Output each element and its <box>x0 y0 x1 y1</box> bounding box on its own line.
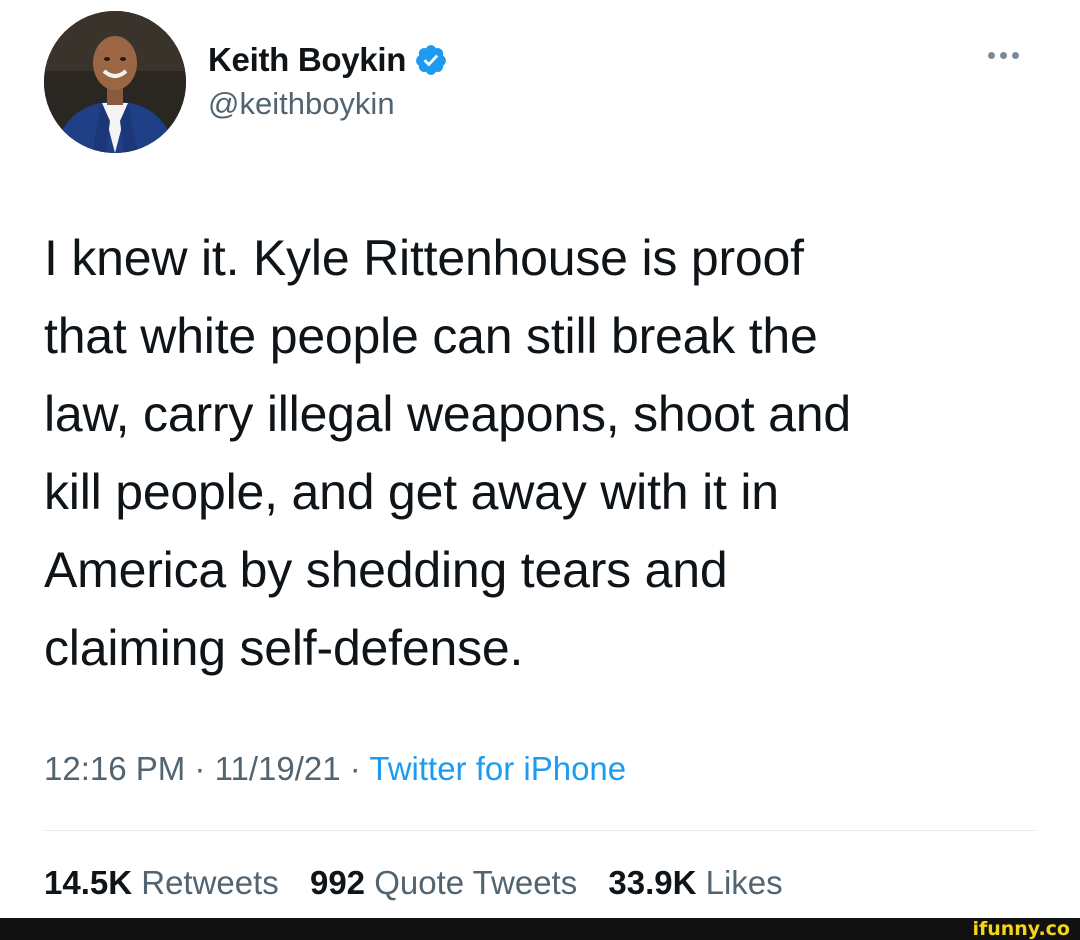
retweets-label: Retweets <box>141 864 279 901</box>
meta-separator: · <box>349 750 361 787</box>
likes-count: 33.9K <box>608 864 697 901</box>
handle[interactable]: @keithboykin <box>208 86 448 122</box>
more-options-icon[interactable] <box>988 52 1032 66</box>
tweet-text: I knew it. Kyle Rittenhouse is proof tha… <box>44 219 1044 687</box>
divider <box>44 830 1036 831</box>
verified-badge-icon <box>414 43 448 77</box>
tweet-line: law, carry illegal weapons, shoot and <box>44 386 851 442</box>
tweet-source-link[interactable]: Twitter for iPhone <box>369 750 626 787</box>
display-name-row: Keith Boykin <box>208 38 448 82</box>
more-dot <box>988 52 995 59</box>
tweet-line: kill people, and get away with it in <box>44 464 779 520</box>
quote-tweets-label: Quote Tweets <box>374 864 578 901</box>
tweet-line: that white people can still break the <box>44 308 818 364</box>
meta-separator: · <box>194 750 206 787</box>
watermark-bar: ifunny.co <box>0 918 1080 940</box>
quote-tweets-stat[interactable]: 992 Quote Tweets <box>310 864 577 901</box>
tweet-line: claiming self-defense. <box>44 620 524 676</box>
likes-stat[interactable]: 33.9K Likes <box>608 864 782 901</box>
quote-tweets-count: 992 <box>309 864 366 901</box>
tweet-stats: 14.5K Retweets 992 Quote Tweets 33.9K Li… <box>44 864 805 902</box>
more-dot <box>1000 52 1007 59</box>
display-name[interactable]: Keith Boykin <box>208 41 406 79</box>
tweet-time[interactable]: 12:16 PM <box>44 750 185 787</box>
avatar[interactable] <box>44 11 186 153</box>
tweet-meta: 12:16 PM · 11/19/21 · Twitter for iPhone <box>44 750 626 788</box>
retweets-stat[interactable]: 14.5K Retweets <box>44 864 279 901</box>
retweets-count: 14.5K <box>44 864 133 901</box>
likes-label: Likes <box>705 864 783 901</box>
more-dot <box>1012 52 1019 59</box>
avatar-photo <box>44 11 186 153</box>
tweet-date[interactable]: 11/19/21 <box>215 750 341 787</box>
tweet-line: America by shedding tears and <box>44 542 728 598</box>
author-block: Keith Boykin @keithboykin <box>208 38 448 122</box>
watermark-text: ifunny.co <box>972 918 1070 940</box>
tweet-line: I knew it. Kyle Rittenhouse is proof <box>44 230 804 286</box>
